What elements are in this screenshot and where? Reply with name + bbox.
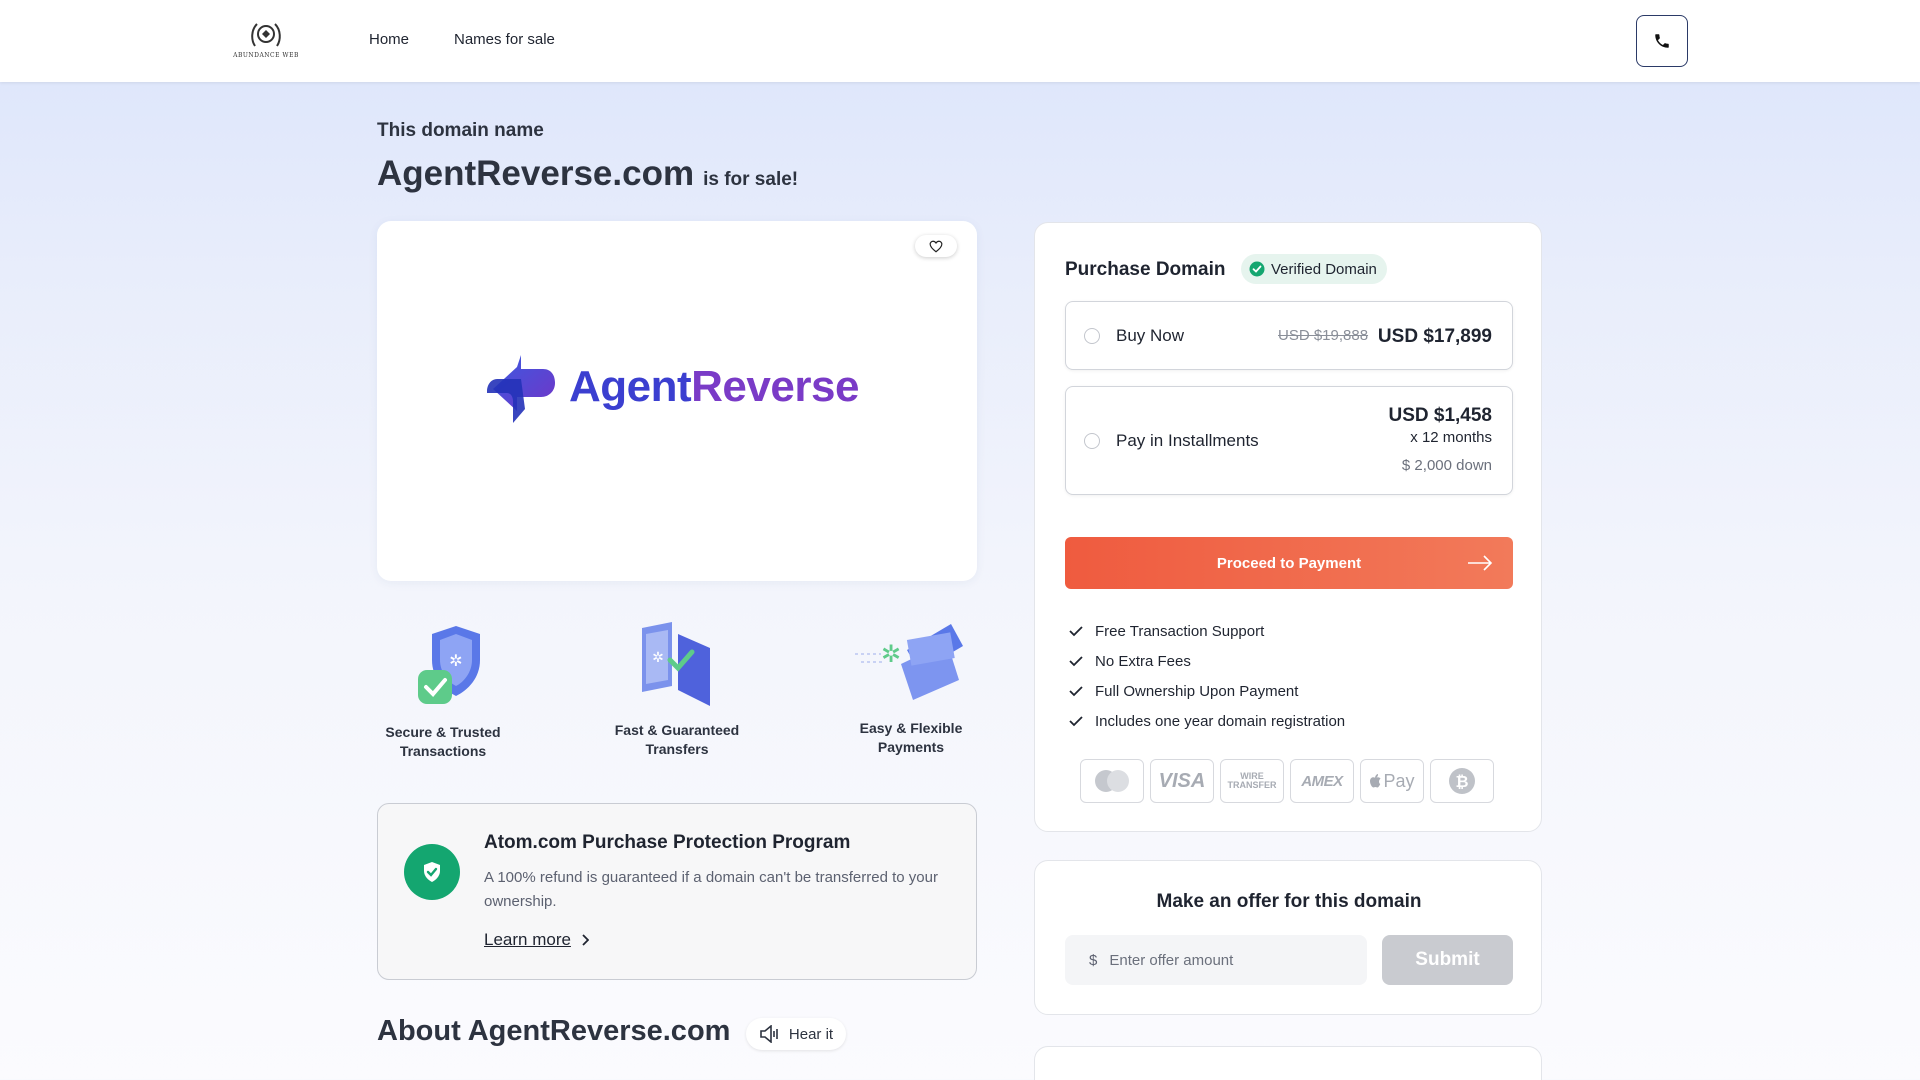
apple-pay-icon: Pay (1360, 759, 1424, 803)
offer-input-wrapper: $ (1065, 935, 1367, 985)
site-logo[interactable]: ABUNDANCE WEB (232, 14, 300, 64)
arrow-right-icon (1468, 555, 1493, 571)
chevron-right-icon (582, 934, 589, 946)
feature-fast: ✲ Fast & Guaranteed Transfers (577, 620, 777, 759)
domain-title: AgentReverse.com (377, 154, 695, 193)
svg-text:✲: ✲ (652, 650, 664, 666)
brand-reverse: Reverse (691, 362, 859, 411)
buy-now-price: USD $17,899 (1377, 326, 1492, 347)
phone-icon (1655, 34, 1669, 48)
offer-title: Make an offer for this domain (1156, 891, 1422, 912)
benefit-item: Full Ownership Upon Payment (1069, 676, 1345, 706)
card-icon: ✲ (855, 624, 963, 700)
purchase-title: Purchase Domain (1065, 259, 1226, 280)
buy-now-radio[interactable] (1084, 328, 1100, 344)
offer-amount-input[interactable] (1109, 951, 1330, 969)
learn-more-label: Learn more (484, 930, 571, 949)
installments-radio[interactable] (1084, 433, 1100, 449)
verified-check-icon (1249, 261, 1265, 277)
feature-secure-label: Secure & Trusted Transactions (385, 724, 501, 759)
check-icon (1069, 686, 1083, 697)
phone-button[interactable] (1636, 15, 1688, 67)
check-icon (1069, 716, 1083, 727)
wire-transfer-icon: WIRE TRANSFER (1220, 759, 1284, 803)
svg-text:₿: ₿ (1455, 772, 1468, 791)
benefit-item: Free Transaction Support (1069, 616, 1345, 646)
reverse-arrow-logo-icon (487, 355, 555, 423)
benefit-item: Includes one year domain registration (1069, 706, 1345, 736)
buy-now-label: Buy Now (1116, 326, 1185, 345)
proceed-label: Proceed to Payment (1216, 554, 1362, 572)
laurel-crest-icon (251, 22, 281, 47)
svg-text:✲: ✲ (449, 651, 462, 670)
next-card (1034, 1046, 1542, 1080)
amex-icon: AMEX (1290, 759, 1354, 803)
for-sale-text: is for sale! (703, 169, 799, 190)
shield-icon (404, 844, 460, 900)
currency-symbol: $ (1089, 951, 1098, 969)
favorite-button[interactable] (915, 235, 957, 257)
check-icon (1069, 626, 1083, 637)
mastercard-icon (1080, 759, 1144, 803)
hear-it-label: Hear it (788, 1025, 834, 1043)
benefit-item: No Extra Fees (1069, 646, 1345, 676)
protection-title: Atom.com Purchase Protection Program (484, 832, 851, 853)
proceed-to-payment-button[interactable]: Proceed to Payment (1065, 537, 1513, 589)
installments-term: x 12 months (1410, 429, 1492, 446)
feature-easy-label: Easy & Flexible Payments (859, 720, 963, 755)
purchase-card: Purchase Domain Verified Domain Buy Now … (1034, 222, 1542, 832)
buy-now-old-price: USD $19,888 (1278, 327, 1369, 344)
feature-easy: ✲ Easy & Flexible Payments (811, 620, 1011, 757)
benefits-list: Free Transaction Support No Extra Fees F… (1069, 616, 1345, 736)
bitcoin-icon: ₿ (1430, 759, 1494, 803)
buy-now-option[interactable]: Buy Now USD $19,888 USD $17,899 (1065, 301, 1513, 370)
payment-methods: VISA WIRE TRANSFER AMEX Pay ₿ (1080, 759, 1494, 803)
nav-home[interactable]: Home (369, 31, 409, 48)
protection-card: Atom.com Purchase Protection Program A 1… (377, 803, 977, 980)
hear-it-button[interactable]: Hear it (746, 1018, 846, 1050)
brand-logo: AgentReverse (483, 349, 859, 425)
brand-agent: Agent (569, 362, 692, 411)
nav-names-for-sale[interactable]: Names for sale (454, 31, 555, 48)
hero-title-row: AgentReverse.com is for sale! (377, 154, 798, 194)
installments-option[interactable]: Pay in Installments USD $1,458 x 12 mont… (1065, 386, 1513, 495)
verified-label: Verified Domain (1271, 260, 1377, 278)
shield-check-icon: ✲ (418, 626, 480, 704)
hero-kicker: This domain name (377, 120, 544, 141)
transfer-icon: ✲ (642, 622, 710, 706)
installments-price: USD $1,458 (1388, 405, 1492, 426)
feature-secure: ✲ Secure & Trusted Transactions (343, 620, 543, 761)
learn-more-link[interactable]: Learn more (484, 930, 589, 950)
heart-icon (929, 240, 943, 252)
installments-label: Pay in Installments (1116, 431, 1259, 450)
offer-card: Make an offer for this domain $ Submit (1034, 860, 1542, 1015)
top-navbar: ABUNDANCE WEB Home Names for sale (0, 0, 1920, 82)
logo-text: ABUNDANCE WEB (233, 51, 299, 59)
svg-text:✲: ✲ (881, 640, 901, 668)
submit-offer-button[interactable]: Submit (1382, 935, 1513, 985)
installments-down: $ 2,000 down (1401, 457, 1492, 474)
check-icon (1069, 656, 1083, 667)
brand-wordmark: AgentReverse (569, 362, 859, 412)
feature-fast-label: Fast & Guaranteed Transfers (614, 722, 740, 757)
apple-logo-icon (1370, 774, 1381, 788)
speaker-icon (760, 1025, 778, 1043)
visa-icon: VISA (1150, 759, 1214, 803)
protection-description: A 100% refund is guaranteed if a domain … (484, 869, 938, 910)
verified-badge: Verified Domain (1241, 254, 1387, 284)
domain-logo-card: AgentReverse (377, 221, 977, 581)
about-title: About AgentReverse.com (377, 1015, 731, 1047)
